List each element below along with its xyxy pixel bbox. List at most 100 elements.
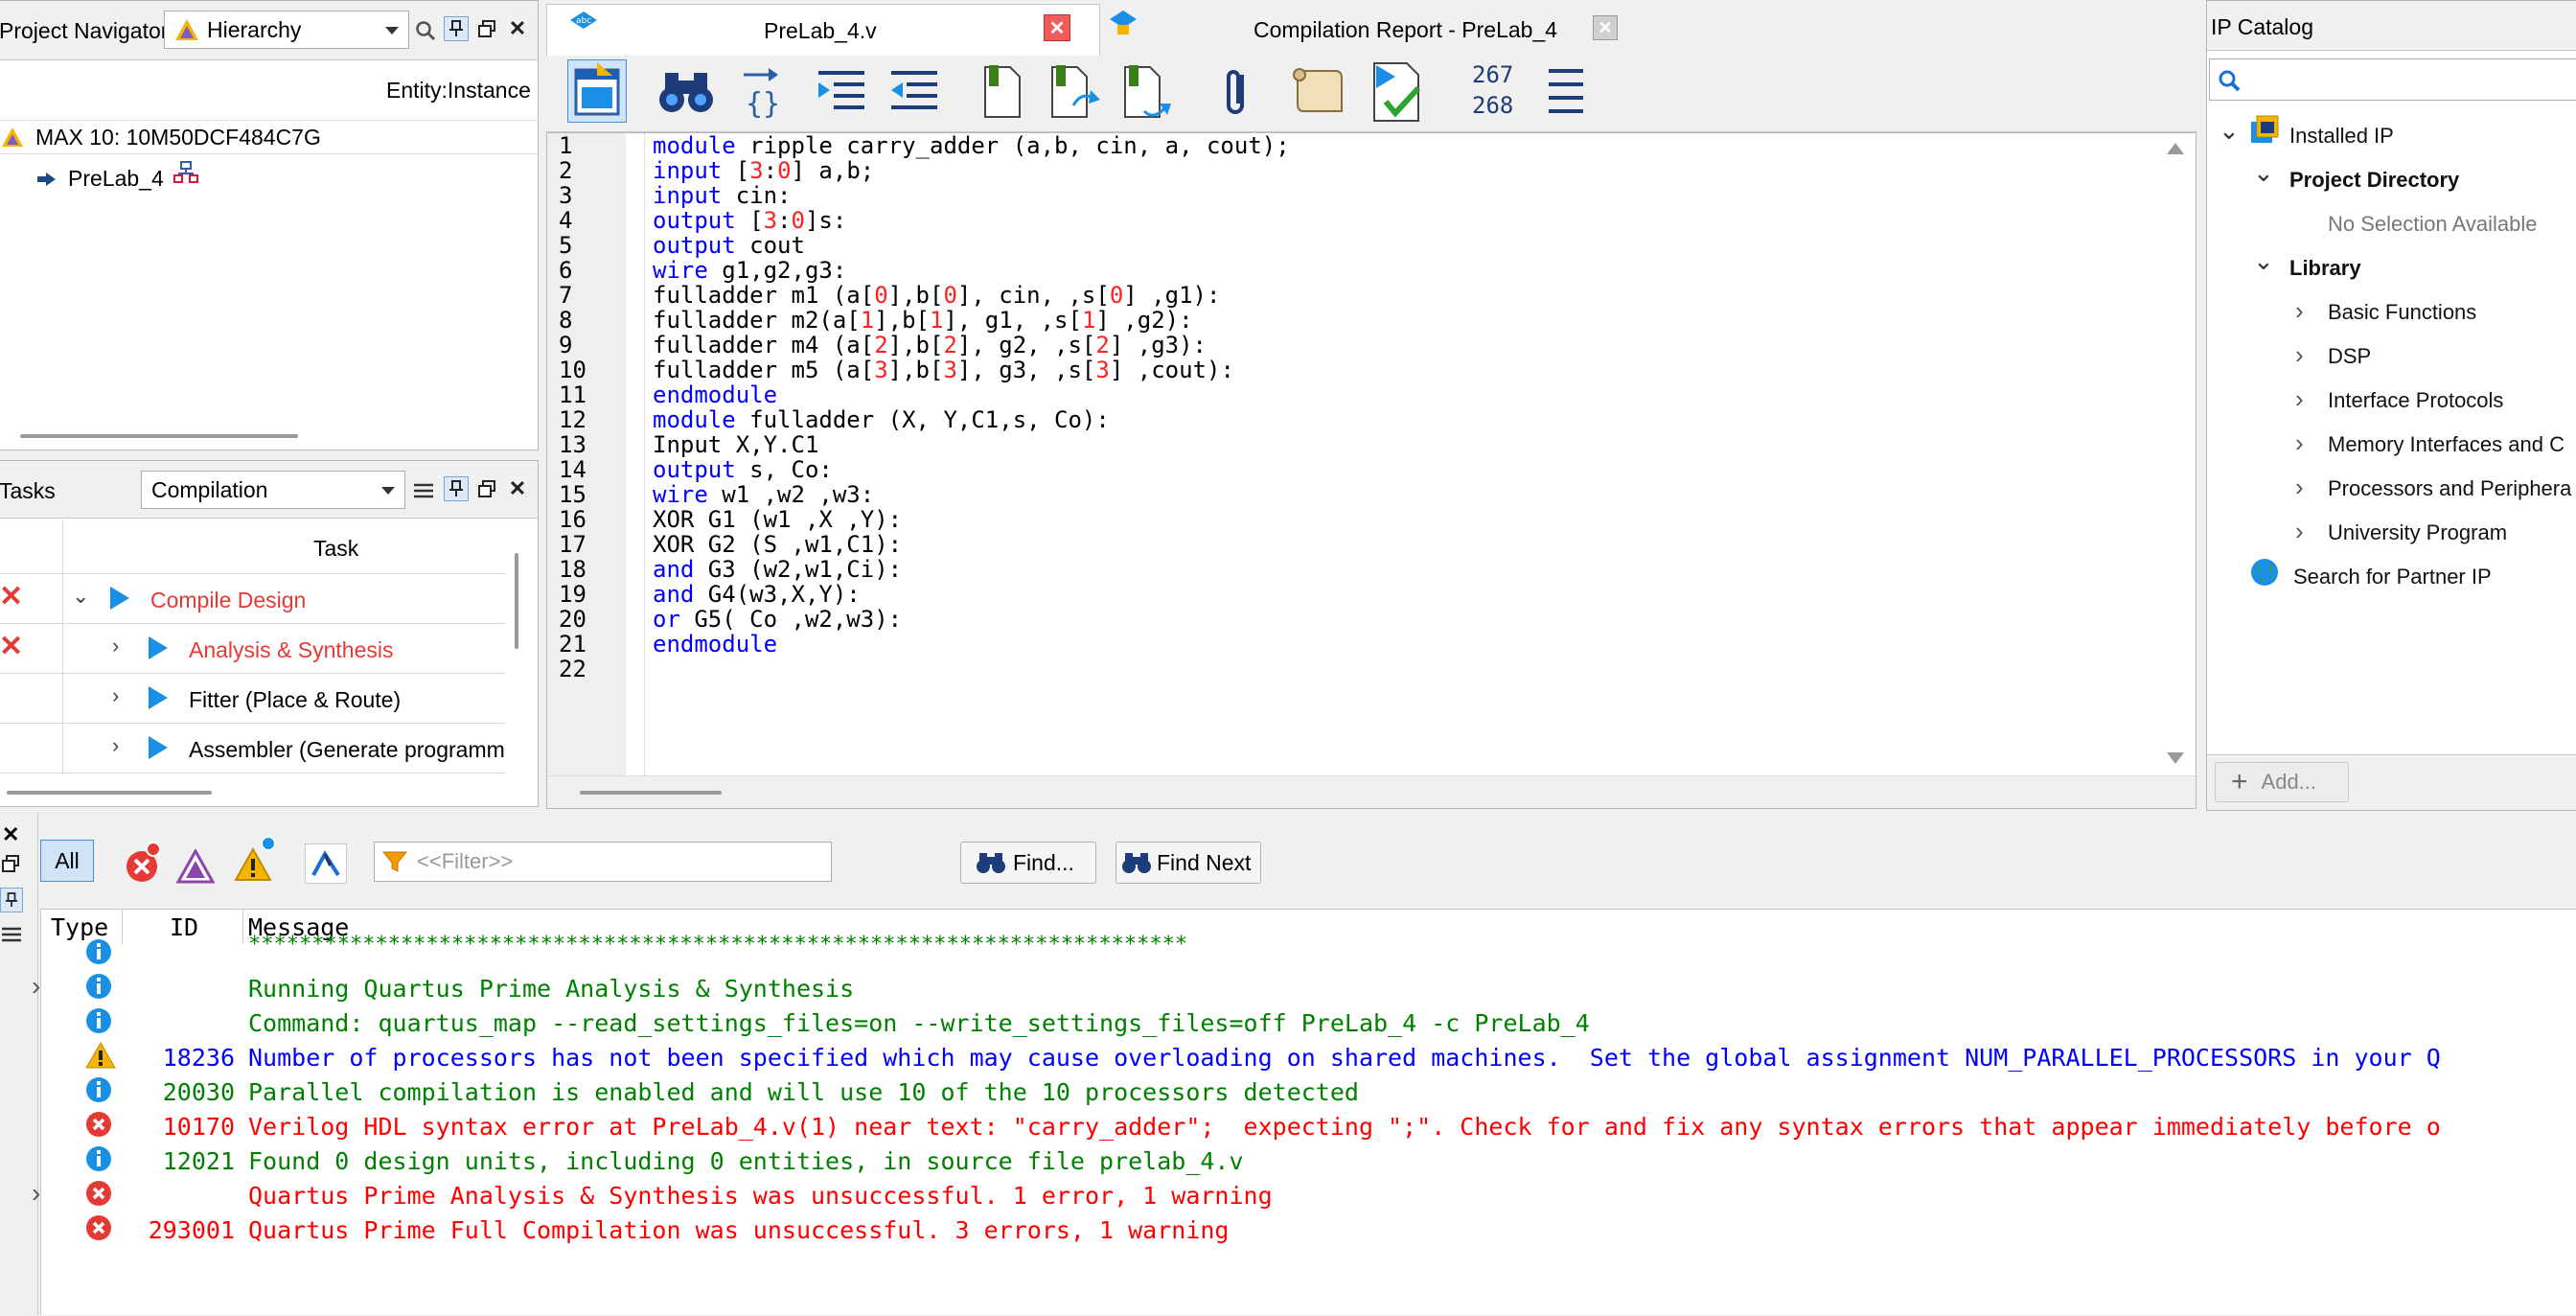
chevron-right-icon[interactable]: › <box>2295 517 2304 546</box>
line-spacing-icon[interactable] <box>1547 67 1585 117</box>
tab-prelab4-v[interactable]: abc PreLab_4.v ✕ <box>546 4 1100 56</box>
line-number-b[interactable]: 268 <box>1472 92 1513 119</box>
message-row[interactable]: 10170 Verilog HDL syntax error at PreLab_… <box>41 1107 2576 1142</box>
chevron-right-icon[interactable]: › <box>32 1178 40 1209</box>
message-row[interactable]: 20030 Parallel compilation is enabled and… <box>41 1073 2576 1107</box>
prev-bookmark-icon[interactable] <box>1121 63 1175 123</box>
chevron-down-icon[interactable]: ⌄ <box>2219 116 2240 146</box>
chevron-down-icon[interactable]: ⌄ <box>2253 158 2274 188</box>
play-icon[interactable] <box>149 636 168 659</box>
pin-icon[interactable] <box>0 888 23 912</box>
task-row-analysis-synthesis[interactable]: ✕ › Analysis & Synthesis <box>0 624 505 674</box>
code-editor[interactable]: 1 2 3 4 5 6 7 8 9 10 11 12 13 14 15 16 17 18 19 20 21 22 modu… <box>546 132 2196 809</box>
filter-all-button[interactable]: All <box>40 840 94 882</box>
indent-icon[interactable] <box>816 69 868 117</box>
installed-ip-label[interactable]: Installed IP <box>2289 124 2394 149</box>
project-directory-label[interactable]: Project Directory <box>2289 168 2459 193</box>
chevron-right-icon[interactable]: › <box>2295 428 2304 458</box>
tasks-vscroll[interactable] <box>515 553 518 649</box>
close-icon[interactable]: ✕ <box>2 822 19 847</box>
chevron-down-icon[interactable]: ⌄ <box>72 584 89 609</box>
partner-ip-link[interactable]: Search for Partner IP <box>2293 565 2492 589</box>
bookmark-icon[interactable] <box>981 63 1024 121</box>
float-window-icon[interactable] <box>2 855 19 872</box>
suppressed-filter-icon[interactable] <box>305 843 347 884</box>
message-row[interactable]: 12021 Found 0 design units, including 0 e… <box>41 1142 2576 1176</box>
tab-compilation-report[interactable]: Compilation Report - PreLab_4 ✕ <box>1104 4 1641 56</box>
warning-filter-icon[interactable] <box>234 836 276 884</box>
library-item-processors[interactable]: Processors and Periphera <box>2328 476 2571 501</box>
verify-check-icon[interactable] <box>1368 59 1430 125</box>
chevron-right-icon[interactable]: › <box>32 971 40 1002</box>
find-next-button[interactable]: Find Next <box>1116 842 1261 884</box>
chevron-right-icon[interactable]: › <box>2295 384 2304 414</box>
message-filter-input[interactable]: <<Filter>> <box>374 842 832 882</box>
menu-icon[interactable] <box>411 478 436 503</box>
library-item-memory-interfaces[interactable]: Memory Interfaces and C <box>2328 432 2564 457</box>
flow-dropdown[interactable]: Compilation <box>141 471 405 509</box>
chevron-right-icon[interactable]: › <box>112 733 119 758</box>
menu-icon[interactable] <box>2 926 21 943</box>
float-window-icon[interactable] <box>474 16 499 41</box>
add-button[interactable]: + Add... <box>2215 762 2349 802</box>
find-button[interactable]: Find... <box>960 842 1096 884</box>
library-item-basic-functions[interactable]: Basic Functions <box>2328 300 2476 325</box>
message-row[interactable]: 293001 Quartus Prime Full Compilation was… <box>41 1211 2576 1245</box>
play-icon[interactable] <box>149 686 168 709</box>
close-tab-icon[interactable]: ✕ <box>1593 15 1618 40</box>
task-row-fitter[interactable]: › Fitter (Place & Route) <box>0 674 505 724</box>
message-row[interactable]: Command: quartus_map --read_settings_fil… <box>41 1004 2576 1038</box>
template-scroll-icon[interactable] <box>1288 65 1346 119</box>
attach-icon[interactable] <box>1223 65 1252 119</box>
message-row[interactable]: 18236 Number of processors has not been s… <box>41 1038 2576 1073</box>
project-navigator-title: Project Navigator <box>0 18 169 43</box>
close-icon[interactable]: ✕ <box>505 16 530 41</box>
ip-search-field[interactable] <box>2209 58 2576 101</box>
scroll-up-arrow-icon[interactable] <box>2167 143 2184 154</box>
library-label[interactable]: Library <box>2289 256 2361 281</box>
critical-warning-filter-icon[interactable] <box>176 849 215 884</box>
chevron-right-icon[interactable]: › <box>2295 340 2304 370</box>
binoculars-icon[interactable] <box>657 65 715 117</box>
chevron-right-icon[interactable]: › <box>112 683 119 708</box>
message-row[interactable]: ****************************************… <box>41 933 2576 969</box>
task-row-assembler[interactable]: › Assembler (Generate programm <box>0 724 505 773</box>
top-entity-row[interactable]: PreLab_4 <box>37 160 198 192</box>
code-line-20: or G5( Co ,w2,w3): <box>653 606 903 633</box>
scroll-down-arrow-icon[interactable] <box>2167 752 2184 764</box>
find-matching-icon[interactable]: {} <box>738 63 782 121</box>
hierarchy-dropdown[interactable]: Hierarchy <box>164 11 409 49</box>
chevron-right-icon[interactable]: › <box>2295 473 2304 502</box>
chevron-right-icon[interactable]: › <box>112 634 119 658</box>
message-row[interactable]: › Quartus Prime Analysis & Synthesis was … <box>32 1176 2576 1211</box>
navigator-hscroll[interactable] <box>20 434 298 438</box>
code-line-17: XOR G2 (S ,w1,C1): <box>653 531 903 558</box>
verilog-file-icon: abc <box>566 11 601 39</box>
editor-hscroll-track <box>547 775 2196 808</box>
library-item-dsp[interactable]: DSP <box>2328 344 2371 369</box>
play-icon[interactable] <box>110 587 129 610</box>
next-bookmark-icon[interactable] <box>1048 63 1102 123</box>
close-icon[interactable]: ✕ <box>505 476 530 501</box>
pin-icon[interactable] <box>444 16 469 41</box>
outdent-icon[interactable] <box>889 69 941 117</box>
tasks-hscroll[interactable] <box>7 791 212 795</box>
float-window-icon[interactable] <box>474 476 499 501</box>
task-row-compile-design[interactable]: ✕ ⌄ Compile Design <box>0 574 505 624</box>
device-row[interactable]: MAX 10: 10M50DCF484C7G <box>0 120 538 154</box>
close-tab-icon[interactable]: ✕ <box>1044 14 1070 41</box>
chevron-down-icon[interactable]: ⌄ <box>2253 246 2274 276</box>
line-number-a[interactable]: 267 <box>1472 61 1513 88</box>
search-icon[interactable] <box>413 18 438 43</box>
chevron-right-icon[interactable]: › <box>2295 296 2304 326</box>
message-row[interactable]: › Running Quartus Prime Analysis & Synthe… <box>32 969 2576 1004</box>
library-item-interface-protocols[interactable]: Interface Protocols <box>2328 388 2503 413</box>
message-id: 293001 <box>148 1216 235 1244</box>
toggle-view-icon[interactable] <box>567 59 627 123</box>
editor-hscroll-thumb[interactable] <box>580 791 722 795</box>
library-item-university-program[interactable]: University Program <box>2328 520 2507 545</box>
pin-icon[interactable] <box>444 476 469 501</box>
error-filter-icon[interactable] <box>123 842 161 884</box>
code-line-1: module ripple carry_adder (a,b, cin, a, … <box>653 132 1290 159</box>
play-icon[interactable] <box>149 736 168 759</box>
